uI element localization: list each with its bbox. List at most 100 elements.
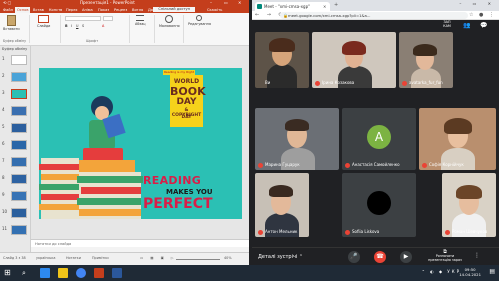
underline-button[interactable]: U (76, 24, 78, 28)
powerpoint-icon[interactable] (94, 268, 104, 278)
meet-controls-bar: Деталі зустрічі ⌃ 🎤 ☎ ▶ ⧉ Розпочати през… (252, 247, 499, 265)
editing-button[interactable]: Редагування (188, 15, 211, 26)
banner-world: WORLD (173, 78, 200, 85)
editing-group: Редагування (185, 15, 215, 43)
slides-group: Слайди (31, 15, 61, 43)
paragraph-label: Абзац (135, 22, 146, 26)
windows-taskbar: ⊞ ⌕ ⌃ ◐ ◆ УКР 09:50 14.04.2021 ▤ (0, 265, 499, 281)
participant-tile[interactable]: avatarka_fur_fun (399, 32, 453, 88)
system-tray[interactable]: ⌃ ◐ ◆ УКР (422, 269, 461, 274)
search-icon[interactable]: ⌕ (22, 268, 32, 278)
mic-muted-icon (422, 163, 427, 168)
word-icon[interactable] (112, 268, 122, 278)
slide-thumbnail[interactable] (11, 106, 27, 116)
bold-button[interactable]: B (65, 24, 68, 28)
slide-thumbnail[interactable] (11, 123, 27, 133)
participant-name: Sofiia Liskova (352, 229, 380, 234)
comments-button[interactable]: Примітки (92, 256, 109, 260)
banner-day2: DAY (181, 115, 192, 120)
share-button[interactable]: Спільний доступ (153, 7, 195, 12)
chrome-window-controls[interactable]: – ▭ ✕ (459, 1, 496, 6)
mic-muted-icon (345, 230, 350, 235)
slide-number: 3 (2, 90, 5, 95)
participant-tile[interactable]: Sofiia Liskova (342, 173, 416, 237)
world-book-day-banner: WORLD BOOK DAY & COPYRIGHT DAY (170, 75, 206, 127)
slide-thumbnail[interactable] (11, 191, 27, 201)
browser-tab[interactable]: Meet - "xmi-cmsa-xgp" ✕ (255, 2, 330, 11)
recording-label: ЗАП КАМ (443, 20, 451, 28)
new-tab-icon[interactable]: + (334, 2, 338, 8)
lock-icon[interactable]: 🔒 (283, 13, 288, 18)
edge-icon[interactable] (40, 268, 50, 278)
participant-tile[interactable]: Марина Гуцарук (255, 108, 339, 170)
chrome-icon[interactable] (76, 268, 86, 278)
find-icon (196, 15, 203, 21)
more-options-icon[interactable]: ⋮ (474, 252, 480, 259)
mic-toggle-icon[interactable]: 🎤 (348, 251, 360, 263)
italic-button[interactable]: I (71, 24, 72, 28)
participant-tile[interactable]: Ірина Козакова (312, 32, 396, 88)
participant-name: Антон Мельник (265, 229, 298, 234)
end-call-icon[interactable]: ☎ (374, 251, 386, 263)
participant-tile[interactable]: Софія Корнійчук (419, 108, 496, 170)
paste-button[interactable]: Вставити (3, 15, 20, 31)
participant-tile[interactable]: Ви (255, 32, 309, 88)
slide-editor[interactable]: Reading is my Right WORLD BOOK DAY & COP… (31, 46, 249, 246)
current-slide[interactable]: Reading is my Right WORLD BOOK DAY & COP… (39, 68, 242, 219)
profile-menu-icons[interactable]: ☆ ● ⋮ (469, 12, 496, 18)
slide-thumbnail[interactable] (11, 174, 27, 184)
slide-thumbnail[interactable] (11, 225, 27, 235)
start-icon[interactable]: ⊞ (4, 268, 14, 278)
slide-number: 7 (2, 158, 5, 163)
participant-name: Роман Шевчуков (452, 229, 488, 234)
slide-count: Слайд 3 з 38 (3, 256, 26, 260)
zoom-slider[interactable] (176, 259, 220, 260)
chrome-toolbar: ← → ⟳ meet.google.com/xmi-cmsa-xgp?pli=1… (252, 11, 499, 20)
slide-thumbnails-pane[interactable]: Буфер обміну 1 2 3 4 5 6 7 8 9 10 11 (0, 46, 31, 252)
slides-button[interactable]: Слайди (37, 15, 50, 28)
ribbon: Вставити Буфер обміну Слайди B I U S A Ш… (0, 13, 249, 46)
drawing-button[interactable]: Малювання (159, 15, 180, 28)
notifications-icon[interactable]: ▤ (489, 268, 495, 275)
mic-muted-icon (258, 163, 263, 168)
close-tab-icon[interactable]: ✕ (323, 2, 326, 11)
clock-date: 14.04.2021 (459, 272, 481, 277)
notes-pane[interactable]: Нотатки до слайда (31, 239, 249, 247)
slide-reading-text: READING (143, 174, 202, 187)
slide-thumbnail[interactable] (11, 157, 27, 167)
font-size-select[interactable] (103, 16, 113, 21)
people-icon[interactable]: 👥 (463, 22, 470, 29)
view-buttons[interactable]: ▭ ▦ ▣ ▷ (140, 256, 176, 260)
chat-icon[interactable]: 💬 (480, 22, 487, 29)
slide-thumbnail[interactable] (11, 208, 27, 218)
participant-tile[interactable]: Роман Шевчуков (442, 173, 496, 237)
meeting-details-button[interactable]: Деталі зустрічі ⌃ (258, 254, 303, 260)
slide-thumbnail[interactable] (11, 72, 27, 82)
zoom-level[interactable]: 40% (224, 256, 232, 260)
shapes-icon (165, 15, 174, 23)
drawing-label: Малювання (159, 24, 180, 28)
strikethrough-button[interactable]: S (82, 24, 84, 28)
participant-tile[interactable]: A Анастасія Самойленко (342, 108, 416, 170)
participant-tile[interactable]: Антон Мельник (255, 173, 309, 237)
chrome-tabstrip: Meet - "xmi-cmsa-xgp" ✕ + – ▭ ✕ (252, 0, 499, 11)
meet-favicon-icon (257, 4, 262, 9)
file-explorer-icon[interactable] (58, 268, 68, 278)
mic-muted-icon (258, 230, 263, 235)
language-indicator[interactable]: українська (36, 256, 55, 260)
notes-button[interactable]: Нотатки (66, 256, 81, 260)
paste-label: Вставити (3, 27, 20, 31)
clock[interactable]: 09:50 14.04.2021 (459, 267, 481, 277)
present-now-button[interactable]: ⧉ Розпочати презентацію зараз (426, 250, 464, 263)
paragraph-button[interactable]: Абзац (135, 15, 146, 26)
slide-thumbnail[interactable] (11, 55, 27, 65)
camera-toggle-icon[interactable]: ▶ (400, 251, 412, 263)
slide-thumbnail[interactable] (11, 140, 27, 150)
slide-number: 6 (2, 141, 5, 146)
font-color-button[interactable]: A (102, 24, 104, 28)
address-bar[interactable]: meet.google.com/xmi-cmsa-xgp?pli=1&a... (280, 12, 468, 19)
slide-thumbnail-selected[interactable] (11, 89, 27, 99)
participant-name: Марина Гуцарук (265, 162, 300, 167)
font-family-select[interactable] (65, 16, 101, 21)
ribbon-tabs: Файл Основ Встав Конств Перех Аніма Пока… (0, 6, 249, 13)
